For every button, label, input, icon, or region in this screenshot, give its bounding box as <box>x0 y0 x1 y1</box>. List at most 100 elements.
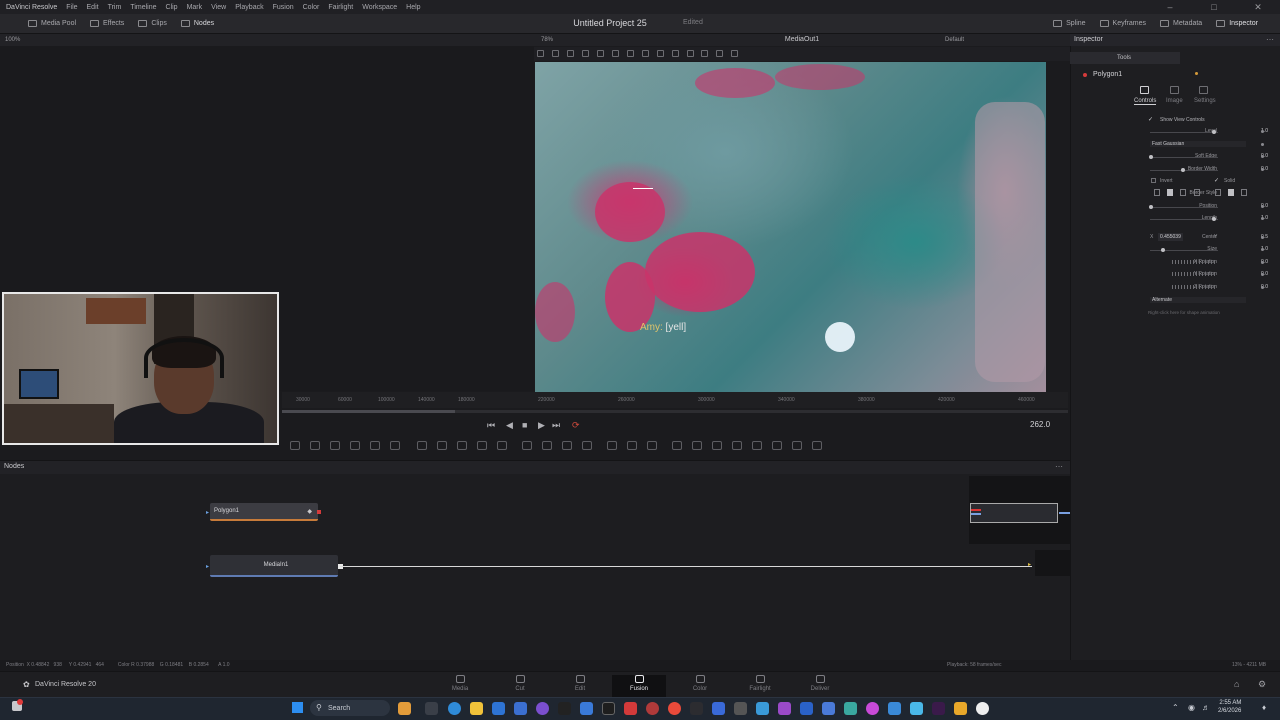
menu-fairlight[interactable]: Fairlight <box>328 4 353 11</box>
app-icon[interactable] <box>844 702 857 715</box>
page-fairlight[interactable]: Fairlight <box>740 675 780 692</box>
reduce-points-icon[interactable] <box>716 50 724 57</box>
linear-icon[interactable] <box>671 50 679 57</box>
border-style-option-icon[interactable] <box>1154 189 1160 196</box>
keyframe-dot-icon[interactable] <box>1261 273 1264 276</box>
keyframe-dot-icon[interactable] <box>1261 168 1264 171</box>
merge-icon[interactable] <box>417 441 427 450</box>
keyframe-dot-icon[interactable] <box>1261 248 1264 251</box>
rectangle-mask-icon[interactable] <box>522 441 532 450</box>
insert-point-icon[interactable] <box>611 50 619 57</box>
app-icon[interactable] <box>822 702 835 715</box>
transform-icon[interactable] <box>701 50 709 57</box>
discord-icon[interactable] <box>536 702 549 715</box>
menu-clip[interactable]: Clip <box>166 4 178 11</box>
keyframe-dot-icon[interactable] <box>1261 205 1264 208</box>
shape-animation-hint[interactable]: Right-click here for shape animation <box>1148 310 1220 315</box>
keyframe-dot-icon[interactable] <box>1261 286 1264 289</box>
length-knob[interactable] <box>1212 217 1216 221</box>
app-icon[interactable] <box>778 702 791 715</box>
polygon-handle[interactable] <box>633 188 653 189</box>
select-all-icon[interactable] <box>641 50 649 57</box>
keyframe-dot-icon[interactable] <box>1261 261 1264 264</box>
navigator-viewport[interactable] <box>970 503 1071 523</box>
page-deliver[interactable]: Deliver <box>800 675 840 692</box>
color-corrector-icon[interactable] <box>497 441 507 450</box>
menu-help[interactable]: Help <box>406 4 420 11</box>
filter-dropdown[interactable]: Fast Gaussian <box>1150 141 1246 147</box>
tracker-icon[interactable] <box>607 441 617 450</box>
border-style-option-icon[interactable] <box>1215 189 1221 196</box>
ellipse-mask-icon[interactable] <box>542 441 552 450</box>
level-slider[interactable] <box>1150 132 1218 133</box>
center-x-value[interactable]: 0.455039 <box>1158 233 1183 241</box>
controls-tab-icon[interactable] <box>1140 86 1149 94</box>
go-to-start-icon[interactable]: ⏮ <box>487 420 495 431</box>
bspline-tool-icon[interactable] <box>596 50 604 57</box>
pointer-tool-icon[interactable] <box>537 50 544 57</box>
image-tab-icon[interactable] <box>1170 86 1179 94</box>
node-connection[interactable] <box>340 566 1032 567</box>
pen-tool-icon[interactable] <box>551 50 559 57</box>
node-output-port[interactable] <box>317 510 321 514</box>
menu-file[interactable]: File <box>66 4 77 11</box>
planar-tracker-icon[interactable] <box>627 441 637 450</box>
blur-icon[interactable] <box>477 441 487 450</box>
app-icon[interactable] <box>690 702 703 715</box>
viewer-image[interactable] <box>535 62 1046 392</box>
taskbar-clock[interactable]: 2:55 AM 2/6/2026 <box>1218 699 1241 715</box>
border-width-knob[interactable] <box>1181 168 1185 172</box>
media-pool-button[interactable]: Media Pool <box>28 20 76 27</box>
app-icon[interactable] <box>910 702 923 715</box>
keyframe-dot-icon[interactable] <box>1261 217 1264 220</box>
loop-icon[interactable]: ⟳ <box>572 420 580 431</box>
home-icon[interactable]: ⌂ <box>1234 679 1239 689</box>
size-knob[interactable] <box>1161 248 1165 252</box>
app-icon[interactable] <box>756 702 769 715</box>
x-rotation-dial[interactable] <box>1172 260 1216 264</box>
matte-control-icon[interactable] <box>457 441 467 450</box>
taskbar-app-icon[interactable] <box>398 702 411 715</box>
clips-button[interactable]: Clips <box>138 20 167 27</box>
notification-bell-icon[interactable]: ♦ <box>1262 703 1266 712</box>
node-editor[interactable] <box>0 474 1070 660</box>
inspector-options-icon[interactable]: ⋯ <box>1266 35 1274 44</box>
menu-edit[interactable]: Edit <box>87 4 99 11</box>
file-explorer-icon[interactable] <box>470 702 483 715</box>
menu-mark[interactable]: Mark <box>187 4 203 11</box>
page-color[interactable]: Color <box>680 675 720 692</box>
keyframe-dot-icon[interactable] <box>1261 130 1264 133</box>
position-slider[interactable] <box>1150 207 1218 208</box>
edge-icon[interactable] <box>448 702 461 715</box>
z-rotation-dial[interactable] <box>1172 285 1216 289</box>
level-knob[interactable] <box>1212 130 1216 134</box>
app-icon[interactable] <box>712 702 725 715</box>
keyframe-dot-icon[interactable] <box>1261 155 1264 158</box>
page-fusion[interactable]: Fusion <box>612 675 666 697</box>
time-ruler[interactable]: 30000 60000 100000 140000 180000 220000 … <box>282 392 1068 408</box>
drop-icon[interactable] <box>390 441 400 450</box>
merge-3d-icon[interactable] <box>712 441 722 450</box>
left-zoom-dropdown[interactable]: 100% <box>5 37 20 43</box>
spline-button[interactable]: Spline <box>1053 20 1086 27</box>
tab-controls[interactable]: Controls <box>1134 98 1157 105</box>
fast-noise-icon[interactable] <box>370 441 380 450</box>
menu-workspace[interactable]: Workspace <box>362 4 397 11</box>
bspline-mask-icon[interactable] <box>582 441 592 450</box>
app-icon[interactable] <box>888 702 901 715</box>
polygon-tool-icon[interactable] <box>581 50 589 57</box>
obs-icon[interactable] <box>976 702 989 715</box>
play-reverse-icon[interactable]: ◀ <box>506 420 513 431</box>
menu-playback[interactable]: Playback <box>235 4 263 11</box>
mail-icon[interactable] <box>514 702 527 715</box>
text-3d-icon[interactable] <box>772 441 782 450</box>
render-3d-icon[interactable] <box>732 441 742 450</box>
channel-booleans-icon[interactable] <box>437 441 447 450</box>
app-icon[interactable] <box>580 702 593 715</box>
app-icon[interactable] <box>646 702 659 715</box>
y-rotation-dial[interactable] <box>1172 272 1216 276</box>
menu-view[interactable]: View <box>211 4 226 11</box>
volume-icon[interactable]: ♬ <box>1202 703 1210 712</box>
tab-image[interactable]: Image <box>1166 98 1183 104</box>
node-polygon1[interactable]: Polygon1 ◆ <box>210 503 318 521</box>
